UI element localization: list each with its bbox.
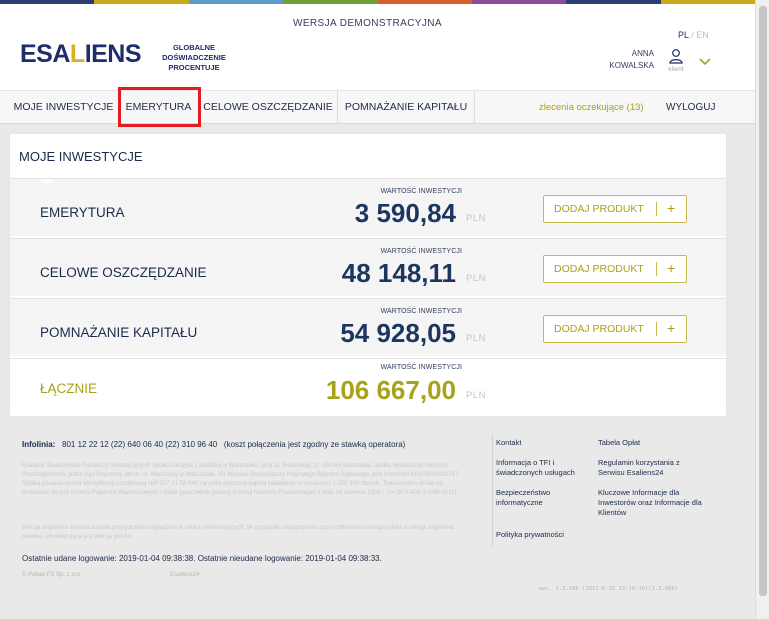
nav-tab-celowe-oszczedzanie[interactable]: CELOWE OSZCZĘDZANIE (199, 91, 338, 124)
button-divider (656, 322, 657, 336)
investment-value-label: WARTOŚĆ INWESTYCJI (380, 364, 462, 371)
user-first-name: ANNA (631, 49, 654, 58)
logo-tagline: GLOBALNE DOŚWIADCZENIE PROCENTUJE (162, 43, 226, 72)
investment-amount: 54 928,05 (340, 318, 456, 348)
investments-panel: MOJE INWESTYCJE EMERYTURA WARTOŚĆ INWEST… (9, 133, 727, 416)
logo-text-a: ESA (20, 40, 70, 68)
footer-link-bezpieczenstwo[interactable]: Bezpieczeństwo informatyczne (496, 488, 586, 508)
footer-link-informacja-tfi[interactable]: Informacja o TFI i świadczonych usługach (496, 458, 586, 478)
button-divider (656, 202, 657, 216)
user-last-name: KOWALSKA (609, 61, 654, 70)
legal-notice: Esaliens Towarzystwo Funduszy Inwestycyj… (22, 463, 461, 496)
footer-link-regulamin[interactable]: Regulamin korzystania z Serwisu Esaliens… (598, 458, 702, 478)
lang-en-link[interactable]: EN (696, 30, 709, 40)
investment-amount: 48 148,11 (341, 258, 456, 288)
footer-link-polityka-prywatnosci[interactable]: Polityka prywatności (496, 530, 586, 540)
investment-value-label: WARTOŚĆ INWESTYCJI (380, 308, 462, 315)
hotline-label: Infolinia: (22, 440, 56, 449)
panel-notch (40, 179, 54, 185)
copyright: © Pekao FS Sp. z o.o. (22, 572, 82, 578)
pending-orders-link[interactable]: zlecenia oczekujące (13) (539, 91, 644, 124)
footer-link-tabela-oplat[interactable]: Tabela Opłat (598, 438, 702, 448)
nav-tab-moje-inwestycje[interactable]: MOJE INWESTYCJE (9, 91, 119, 124)
plus-icon: + (667, 200, 676, 216)
investment-row-pomnazanie-kapitalu[interactable]: POMNAŻANIE KAPITAŁU WARTOŚĆ INWESTYCJI 5… (10, 298, 726, 356)
scrollbar-thumb[interactable] (759, 6, 767, 596)
hotline-note: (koszt połączenia jest zgodny ze stawką … (223, 440, 406, 449)
vertical-scrollbar[interactable] (755, 0, 769, 619)
logo-text-b: L (69, 40, 85, 68)
currency-label: PLN (466, 213, 486, 224)
lang-pl-link[interactable]: PL (678, 30, 689, 40)
add-product-label: DODAJ PRODUKT (554, 203, 644, 215)
currency-label: PLN (466, 273, 486, 284)
investment-value-label: WARTOŚĆ INWESTYCJI (380, 188, 462, 195)
user-icon[interactable] (668, 48, 684, 64)
currency-label: PLN (466, 390, 486, 401)
hotline-numbers: 801 12 22 12 (22) 640 06 40 (22) 310 96 … (62, 440, 218, 449)
logo-text-c: IENS (84, 40, 142, 68)
last-login-info: Ostatnie udane logowanie: 2019-01-04 09:… (22, 554, 382, 563)
add-product-button[interactable]: DODAJ PRODUKT + (543, 255, 687, 283)
hotline-info: Infolinia: 801 12 22 12 (22) 640 06 40 (… (22, 440, 405, 449)
investment-row-emerytura[interactable]: EMERYTURA WARTOŚĆ INWESTYCJI 3 590,84 PL… (10, 178, 726, 236)
add-product-label: DODAJ PRODUKT (554, 263, 644, 275)
header: WERSJA DEMONSTRACYJNA ESALIENS GLOBALNE … (0, 4, 755, 90)
main-navigation: MOJE INWESTYCJE EMERYTURA CELOWE OSZCZĘD… (0, 90, 755, 124)
esaliens-logo[interactable]: ESALIENS (20, 40, 142, 69)
investment-row-name: EMERYTURA (40, 205, 125, 220)
plus-icon: + (667, 260, 676, 276)
footer-links-column-1: Kontakt Informacja o TFI i świadczonych … (492, 434, 587, 546)
button-divider (656, 262, 657, 276)
add-product-button[interactable]: DODAJ PRODUKT + (543, 195, 687, 223)
investment-row-celowe-oszczedzanie[interactable]: CELOWE OSZCZĘDZANIE WARTOŚĆ INWESTYCJI 4… (10, 238, 726, 296)
demo-version-label: WERSJA DEMONSTRACYJNA (293, 18, 442, 29)
investment-row-name: POMNAŻANIE KAPITAŁU (40, 325, 198, 340)
chevron-down-icon[interactable] (699, 58, 711, 66)
add-product-label: DODAJ PRODUKT (554, 323, 644, 335)
lang-separator: / (691, 30, 694, 40)
investment-value-label: WARTOŚĆ INWESTYCJI (380, 248, 462, 255)
plus-icon: + (667, 320, 676, 336)
logout-link[interactable]: WYLOGUJ (666, 91, 715, 124)
panel-title: MOJE INWESTYCJE (19, 149, 143, 164)
version-info: wer. 1.3.186 (2017-6-26 13:10:10)(1.3.08… (539, 586, 679, 592)
investment-row-name: CELOWE OSZCZĘDZANIE (40, 265, 207, 280)
investment-amount: 3 590,84 (354, 198, 456, 228)
footer-link-kontakt[interactable]: Kontakt (496, 438, 586, 448)
currency-label: PLN (466, 333, 486, 344)
investment-total-row: ŁĄCZNIE WARTOŚĆ INWESTYCJI 106 667,00 PL… (10, 358, 726, 416)
add-product-button[interactable]: DODAJ PRODUKT + (543, 315, 687, 343)
user-name[interactable]: ANNA KOWALSKA (598, 48, 654, 72)
total-amount: 106 667,00 (325, 375, 456, 405)
footer-link-kluczowe-informacje[interactable]: Kluczowe Informacje dla Inwestorów oraz … (598, 488, 702, 518)
app-name: Esaliens24 (170, 572, 200, 578)
user-role-label: klient (668, 66, 684, 73)
nav-tab-pomnazanie-kapitalu[interactable]: POMNAŻANIE KAPITAŁU (338, 91, 475, 124)
emerytura-highlight-box (118, 87, 201, 127)
total-label: ŁĄCZNIE (40, 381, 98, 396)
language-disclaimer: Wersja angielska serwisu została przygot… (22, 525, 454, 540)
language-switcher: PL / EN (678, 30, 709, 40)
